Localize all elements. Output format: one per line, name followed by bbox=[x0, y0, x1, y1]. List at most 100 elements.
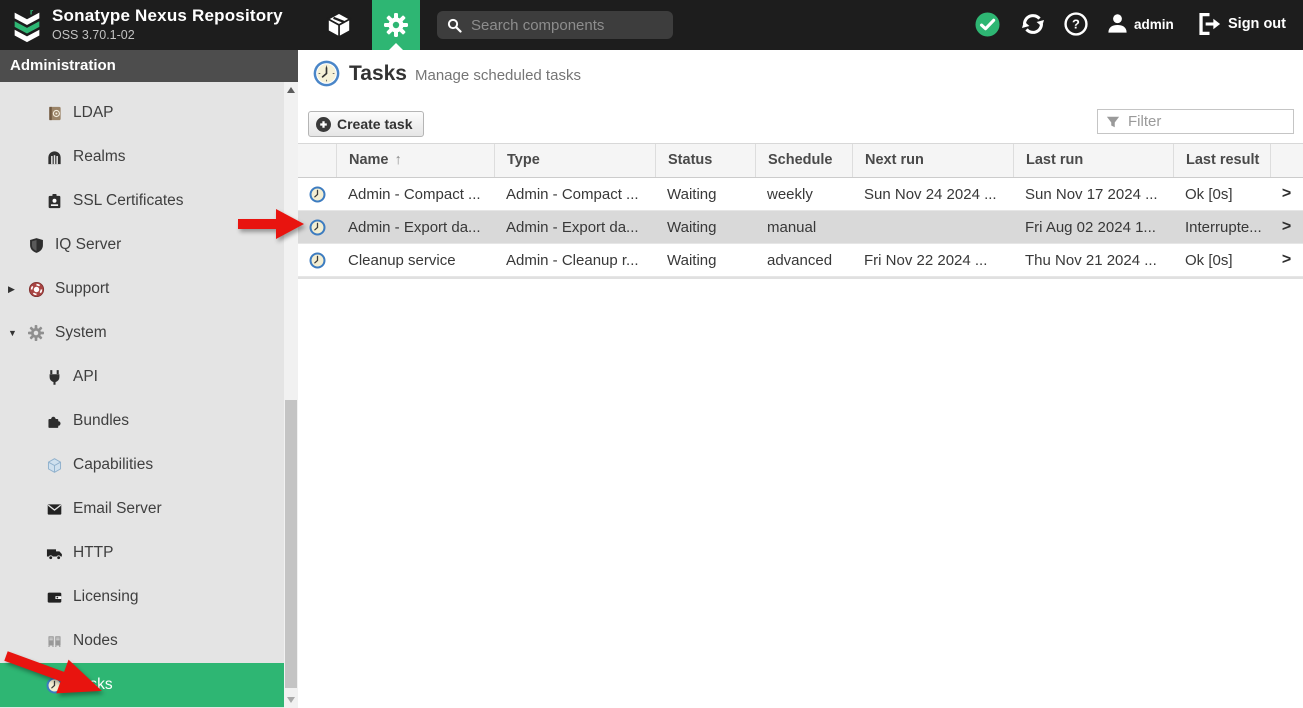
table-row[interactable]: Admin - Compact ... Admin - Compact ... … bbox=[298, 178, 1303, 211]
cell-last-run: Fri Aug 02 2024 1... bbox=[1013, 219, 1173, 236]
row-chevron-icon[interactable]: > bbox=[1270, 218, 1303, 236]
column-header-type[interactable]: Type bbox=[494, 144, 655, 177]
sidebar-item-bundles[interactable]: Bundles bbox=[0, 399, 284, 443]
column-header-status[interactable]: Status bbox=[655, 144, 755, 177]
refresh-button[interactable] bbox=[1020, 11, 1046, 37]
column-header-last-result[interactable]: Last result bbox=[1173, 144, 1270, 177]
browse-mode-button[interactable] bbox=[322, 10, 356, 40]
table-row-selected[interactable]: Admin - Export da... Admin - Export da..… bbox=[298, 211, 1303, 244]
user-name-label[interactable]: admin bbox=[1134, 17, 1174, 32]
tasks-page-clock-icon bbox=[313, 60, 340, 87]
table-row[interactable]: Cleanup service Admin - Cleanup r... Wai… bbox=[298, 244, 1303, 277]
header-chevron-column bbox=[1270, 144, 1303, 177]
scrollbar-thumb[interactable] bbox=[285, 400, 297, 688]
sidebar-item-label: Capabilities bbox=[73, 456, 153, 474]
clock-icon bbox=[46, 677, 63, 694]
help-button[interactable]: ? bbox=[1064, 12, 1088, 36]
scroll-down-arrow-icon[interactable] bbox=[287, 697, 295, 703]
sidebar-item-licensing[interactable]: Licensing bbox=[0, 575, 284, 619]
sidebar-item-realms[interactable]: Realms bbox=[0, 135, 284, 179]
row-chevron-icon[interactable]: > bbox=[1270, 251, 1303, 269]
filter-box[interactable] bbox=[1097, 109, 1294, 134]
sidebar-item-label: IQ Server bbox=[55, 236, 121, 254]
create-task-button[interactable]: Create task bbox=[308, 111, 424, 137]
badge-icon bbox=[46, 193, 63, 210]
cell-last-result: Interrupte... bbox=[1173, 219, 1270, 236]
task-clock-icon bbox=[298, 219, 336, 236]
collapse-caret-icon[interactable]: ▼ bbox=[8, 328, 28, 338]
envelope-icon bbox=[46, 501, 63, 518]
task-clock-icon bbox=[298, 186, 336, 203]
shield-icon bbox=[28, 237, 45, 254]
sidebar-item-nodes[interactable]: Nodes bbox=[0, 619, 284, 663]
column-header-schedule[interactable]: Schedule bbox=[755, 144, 852, 177]
sidebar-item-system[interactable]: ▼ System bbox=[0, 311, 284, 355]
sidebar-item-iq-server[interactable]: IQ Server bbox=[0, 223, 284, 267]
active-tab-notch bbox=[389, 43, 403, 50]
cell-name: Admin - Compact ... bbox=[336, 186, 494, 203]
column-header-name[interactable]: Name↑ bbox=[336, 144, 494, 177]
address-book-icon bbox=[46, 105, 63, 122]
sidebar-item-label: HTTP bbox=[73, 544, 113, 562]
refresh-icon bbox=[1020, 11, 1046, 37]
sidebar-item-api[interactable]: API bbox=[0, 355, 284, 399]
sign-out-button[interactable] bbox=[1197, 12, 1222, 36]
column-header-last-run[interactable]: Last run bbox=[1013, 144, 1173, 177]
sidebar-item-email-server[interactable]: Email Server bbox=[0, 487, 284, 531]
sidebar-item-support[interactable]: ▶ Support bbox=[0, 267, 284, 311]
page-header: Tasks Manage scheduled tasks bbox=[313, 60, 581, 87]
sidebar-item-label: LDAP bbox=[73, 104, 114, 122]
sidebar-item-label: Nodes bbox=[73, 632, 118, 650]
cell-last-run: Thu Nov 21 2024 ... bbox=[1013, 252, 1173, 269]
servers-icon bbox=[46, 633, 63, 650]
sidebar-item-label: Email Server bbox=[73, 500, 162, 518]
tasks-table: Name↑ Type Status Schedule Next run Last… bbox=[298, 143, 1303, 279]
sidebar-item-ssl-certificates[interactable]: SSL Certificates bbox=[0, 179, 284, 223]
user-menu[interactable] bbox=[1106, 12, 1129, 35]
sort-asc-icon: ↑ bbox=[395, 152, 402, 168]
sign-out-label[interactable]: Sign out bbox=[1228, 16, 1286, 32]
brand: Sonatype Nexus Repository OSS 3.70.1-02 bbox=[52, 6, 283, 42]
svg-text:r: r bbox=[30, 7, 34, 17]
cell-next-run: Sun Nov 24 2024 ... bbox=[852, 186, 1013, 203]
brand-subtitle: OSS 3.70.1-02 bbox=[52, 28, 283, 42]
header-icon-column bbox=[298, 144, 336, 177]
search-input[interactable] bbox=[469, 16, 658, 35]
admin-sidebar: Administration LDAP Realms SSL Certifica… bbox=[0, 50, 298, 708]
cell-type: Admin - Compact ... bbox=[494, 186, 655, 203]
sign-out-icon bbox=[1197, 12, 1222, 36]
sidebar-item-label: API bbox=[73, 368, 98, 386]
component-search[interactable] bbox=[437, 11, 673, 39]
admin-mode-tab[interactable] bbox=[372, 0, 420, 50]
check-circle-icon bbox=[975, 12, 1000, 37]
sidebar-item-capabilities[interactable]: Capabilities bbox=[0, 443, 284, 487]
sonatype-logo[interactable]: r bbox=[8, 6, 46, 44]
row-chevron-icon[interactable]: > bbox=[1270, 185, 1303, 203]
health-check-button[interactable] bbox=[975, 12, 1000, 37]
expand-caret-icon[interactable]: ▶ bbox=[8, 284, 28, 295]
cell-next-run: Fri Nov 22 2024 ... bbox=[852, 252, 1013, 269]
cell-schedule: manual bbox=[755, 219, 852, 236]
sidebar-item-label: Support bbox=[55, 280, 109, 298]
plug-icon bbox=[46, 369, 63, 386]
sidebar-nav: LDAP Realms SSL Certificates IQ Server ▶… bbox=[0, 91, 284, 707]
sidebar-item-label: SSL Certificates bbox=[73, 192, 184, 210]
plus-circle-icon bbox=[316, 117, 331, 132]
main-content: Tasks Manage scheduled tasks Create task… bbox=[298, 50, 1303, 708]
sidebar-item-label: System bbox=[55, 324, 107, 342]
sidebar-item-label: Bundles bbox=[73, 412, 129, 430]
table-header-row: Name↑ Type Status Schedule Next run Last… bbox=[298, 143, 1303, 178]
sidebar-scrollbar[interactable] bbox=[284, 82, 298, 708]
cell-last-run: Sun Nov 17 2024 ... bbox=[1013, 186, 1173, 203]
scroll-up-arrow-icon[interactable] bbox=[287, 87, 295, 93]
cell-status: Waiting bbox=[655, 186, 755, 203]
filter-input[interactable] bbox=[1126, 112, 1280, 131]
system-gear-icon bbox=[28, 325, 45, 342]
cell-status: Waiting bbox=[655, 219, 755, 236]
cell-schedule: weekly bbox=[755, 186, 852, 203]
sidebar-item-ldap[interactable]: LDAP bbox=[0, 91, 284, 135]
sidebar-item-tasks[interactable]: Tasks bbox=[0, 663, 284, 707]
filter-funnel-icon bbox=[1106, 115, 1120, 129]
sidebar-item-http[interactable]: HTTP bbox=[0, 531, 284, 575]
column-header-next-run[interactable]: Next run bbox=[852, 144, 1013, 177]
